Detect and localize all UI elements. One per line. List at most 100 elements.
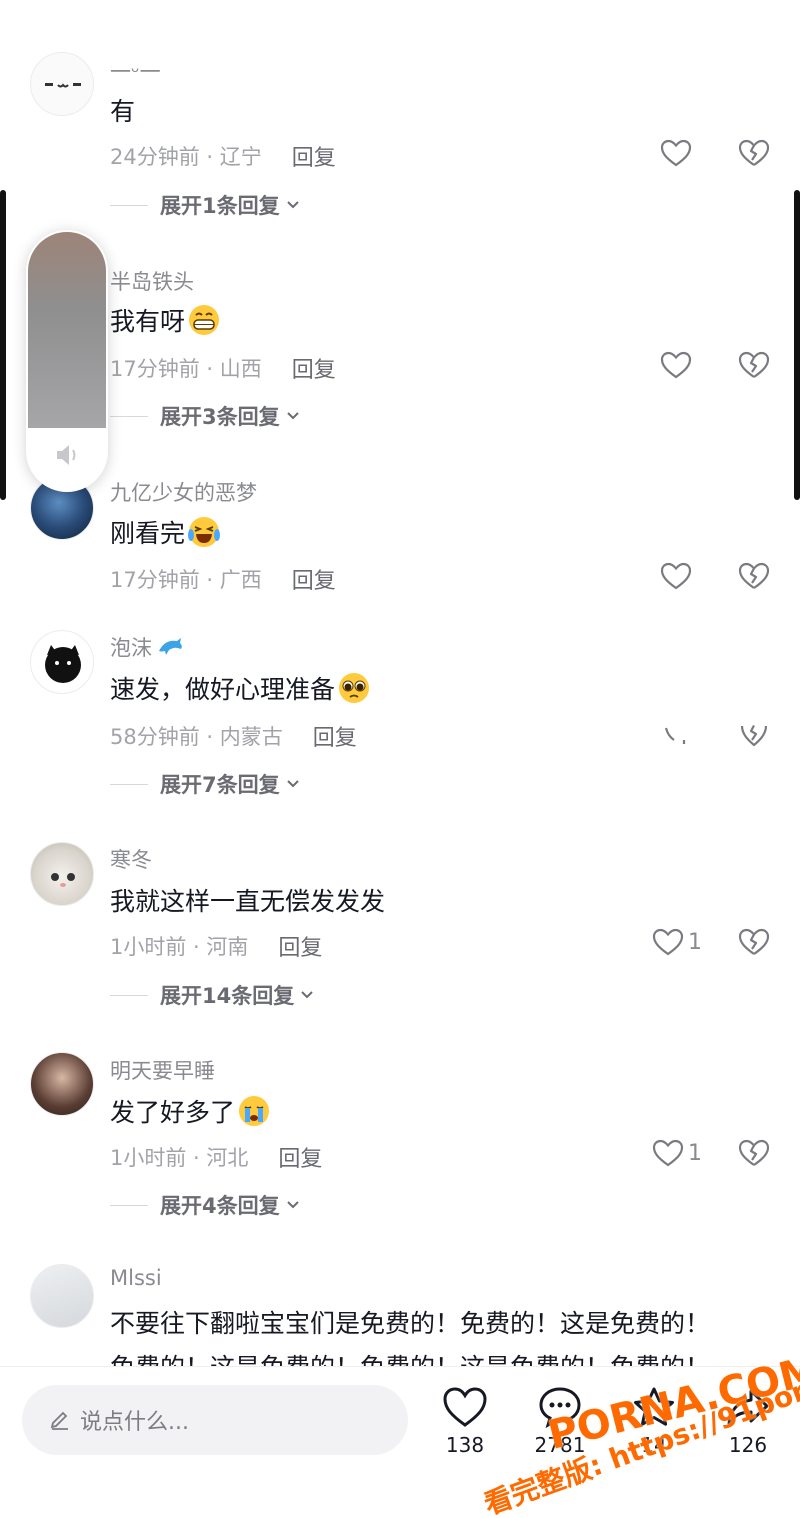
comment-text-line2: 免费的！这是免费的！免费的！这是免费的！免费的！ [110,1348,710,1366]
heart-icon [660,139,692,167]
favorite-total: 14 [641,1433,667,1457]
kitten-avatar-icon [51,873,75,887]
favorite-action-button[interactable]: 14 [614,1385,694,1457]
dislike-button[interactable] [738,138,770,172]
dislike-button[interactable] [738,718,770,752]
dislike-button[interactable] [738,350,770,384]
dislike-button[interactable] [738,1138,770,1172]
avatar[interactable] [30,1264,94,1328]
reply-button[interactable]: 回复 [278,930,322,962]
comment-meta: 58分钟前 · 内蒙古 回复 [110,720,357,752]
like-total: 138 [445,1433,485,1457]
comment-meta: 1小时前 · 河北 回复 [110,1141,322,1173]
comment-content: 刚看完 [110,519,186,548]
comment-username[interactable]: 半岛铁头 [110,266,194,296]
chevron-down-icon [286,1201,299,1209]
expand-replies-button[interactable]: 展开1条回复 [110,190,300,220]
like-button[interactable] [660,718,696,748]
like-button[interactable]: 1 [652,927,702,957]
comment-content: 不要往下翻啦宝宝们是免费的！免费的！这是免费的！ [110,1309,711,1338]
expand-replies-button[interactable]: 展开7条回复 [110,769,300,799]
expand-replies-label: 展开4条回复 [160,1194,280,1218]
right-edge-bar [794,190,800,500]
comment-meta: 17分钟前 · 广西 回复 [110,563,336,595]
broken-heart-icon [738,351,770,378]
like-count: 1 [688,1140,702,1166]
expand-replies-button[interactable]: 展开14条回复 [110,980,314,1010]
like-button[interactable] [660,350,696,380]
reply-button[interactable]: 回复 [292,563,336,595]
laugh-cry-emoji-icon [188,517,221,547]
speaker-icon[interactable] [52,440,82,470]
heart-icon [660,562,692,590]
face-avatar-icon [45,83,81,88]
heart-icon [652,1139,684,1167]
broken-heart-icon [738,562,770,589]
dislike-button[interactable] [738,561,770,595]
share-total: 126 [728,1433,768,1457]
comment-action-button[interactable]: 2781 [520,1385,600,1457]
heart-icon [443,1387,487,1427]
floating-video-player[interactable] [26,230,108,492]
comment-username[interactable]: Mlssi [110,1266,162,1290]
heart-icon [660,351,692,379]
like-button[interactable]: 1 [652,1138,702,1168]
divider [110,415,148,417]
chevron-down-icon [286,780,299,788]
comment-text: 刚看完 [110,514,221,550]
reply-button[interactable]: 回复 [292,352,336,384]
expand-replies-button[interactable]: 展开4条回复 [110,1190,300,1220]
comment-username[interactable]: 泡沫 [110,632,184,662]
expand-replies-button[interactable]: 展开3条回复 [110,401,300,431]
dolphin-emoji-icon [159,638,182,655]
chevron-down-icon [286,201,299,209]
comment-time-location: 1小时前 · 河北 [110,1146,249,1170]
divider [110,1204,148,1206]
comment-content-continued: 免费的！这是免费的！免费的！这是免费的！免费的！ [110,1348,710,1366]
avatar[interactable] [30,1052,94,1116]
comment-username-text: 泡沫 [110,636,152,660]
comment-username[interactable]: 明天要早睡 [110,1055,215,1085]
share-arrow-icon [727,1389,769,1426]
comment-time-location: 17分钟前 · 山西 [110,357,262,381]
comment-text: 有 [110,92,135,128]
comment-total: 2781 [534,1433,586,1457]
like-button[interactable] [660,561,696,591]
comment-text: 我有呀 [110,302,221,338]
comment-time-location: 1小时前 · 河南 [110,935,249,959]
comment-time-location: 58分钟前 · 内蒙古 [110,725,283,749]
left-edge-bar [0,190,6,500]
like-action-button[interactable]: 138 [425,1385,505,1457]
divider [110,994,148,996]
comment-time-location: 17分钟前 · 广西 [110,568,262,592]
comment-meta: 17分钟前 · 山西 回复 [110,352,336,384]
reply-button[interactable]: 回复 [292,140,336,172]
star-icon [634,1387,674,1426]
avatar[interactable] [30,52,94,116]
share-action-button[interactable]: 126 [708,1385,788,1457]
black-cat-avatar-icon [45,645,81,683]
heart-icon [664,727,686,744]
comment-content: 发了好多了 [110,1098,236,1127]
divider [110,783,148,785]
broken-heart-icon [740,724,768,747]
comment-username[interactable]: 九亿少女的恶梦 [110,477,257,507]
divider [110,204,148,206]
comment-meta: 1小时前 · 河南 回复 [110,930,322,962]
comment-input-placeholder: 说点什么... [80,1410,189,1435]
pencil-icon [50,1411,68,1430]
expand-replies-label: 展开7条回复 [160,773,280,797]
comment-input[interactable]: 说点什么... [22,1385,408,1455]
reply-button[interactable]: 回复 [278,1141,322,1173]
reply-button[interactable]: 回复 [313,720,357,752]
comment-username[interactable]: 一ᵕ一 [110,56,161,86]
dislike-button[interactable] [738,927,770,961]
avatar[interactable] [30,630,94,694]
like-button[interactable] [660,138,696,168]
comment-text: 发了好多了 [110,1093,271,1129]
video-thumbnail[interactable] [28,232,106,428]
comment-username[interactable]: 寒冬 [110,844,152,874]
broken-heart-icon [738,139,770,166]
comment-content: 有 [110,97,136,126]
avatar[interactable] [30,842,94,906]
